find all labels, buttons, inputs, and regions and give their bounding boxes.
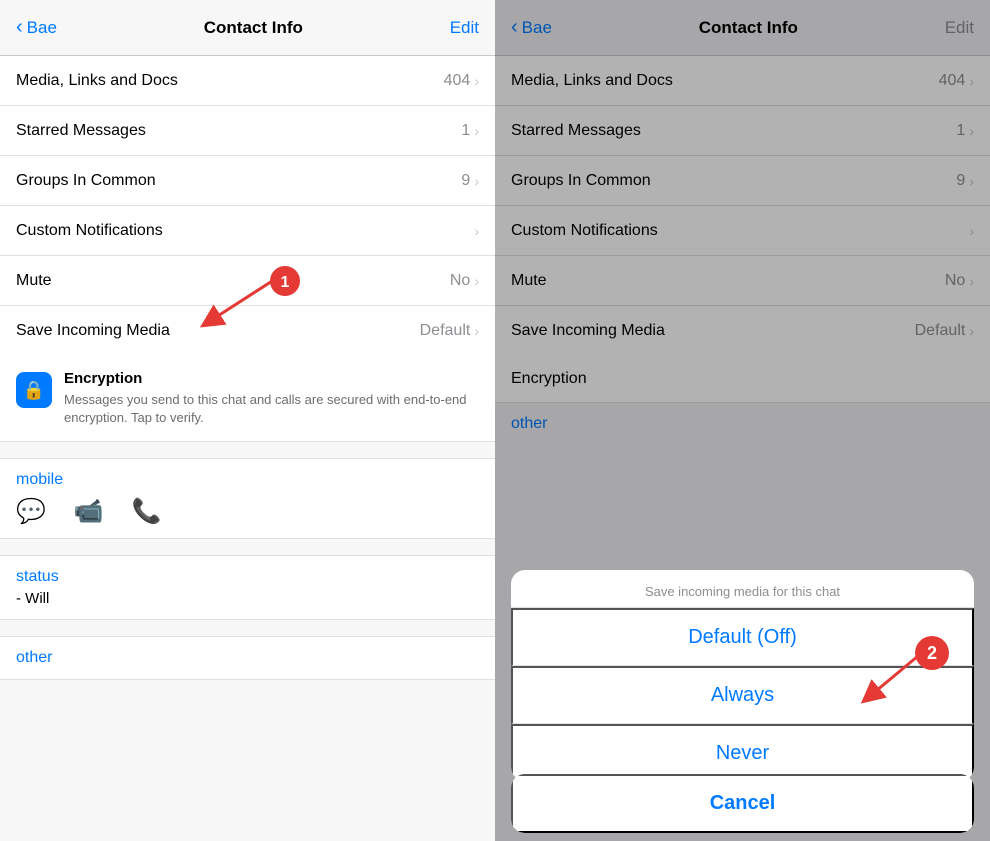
left-other-label: other: [16, 649, 52, 666]
action-default-off-button[interactable]: Default (Off): [511, 608, 974, 666]
left-row-starred[interactable]: Starred Messages 1 ›: [0, 106, 495, 156]
left-encrypt-title: Encryption: [64, 370, 479, 387]
left-contact-label: mobile: [16, 471, 479, 489]
left-row-groups-value: 9: [461, 172, 470, 190]
message-icon[interactable]: 💬: [16, 497, 46, 526]
left-row-groups-label: Groups In Common: [16, 172, 156, 190]
svg-text:1: 1: [281, 274, 290, 291]
left-row-notifications-chevron-icon: ›: [474, 223, 479, 239]
left-back-chevron-icon: ‹: [16, 16, 23, 39]
left-arrow-1-svg: 1: [180, 266, 380, 346]
left-encryption-section[interactable]: 🔒 Encryption Messages you send to this c…: [0, 356, 495, 442]
left-row-starred-value: 1: [461, 122, 470, 140]
left-row-mute-chevron-icon: ›: [474, 273, 479, 289]
left-encrypt-body: Messages you send to this chat and calls…: [64, 391, 479, 427]
left-row-save-media-value: Default: [420, 322, 471, 340]
left-row-starred-chevron-icon: ›: [474, 123, 479, 139]
left-row-media-label: Media, Links and Docs: [16, 72, 178, 90]
left-contact-icons: 💬 📹 📞: [16, 497, 479, 526]
left-row-starred-label: Starred Messages: [16, 122, 146, 140]
left-row-save-media-label: Save Incoming Media: [16, 322, 170, 340]
left-row-mute-label: Mute: [16, 272, 52, 290]
left-row-save-media-chevron-icon: ›: [474, 323, 479, 339]
left-back-label[interactable]: Bae: [27, 18, 57, 38]
action-never-button[interactable]: Never: [511, 724, 974, 781]
left-row-mute-value: No: [450, 272, 470, 290]
left-other-section: other: [0, 636, 495, 680]
left-panel: ‹ Bae Contact Info Edit Media, Links and…: [0, 0, 495, 841]
right-panel: ‹ Bae Contact Info Edit Media, Links and…: [495, 0, 990, 841]
left-back-button[interactable]: ‹ Bae: [16, 16, 57, 39]
left-edit-button[interactable]: Edit: [450, 18, 479, 38]
video-call-icon[interactable]: 📹: [74, 497, 104, 526]
left-row-notifications[interactable]: Custom Notifications ›: [0, 206, 495, 256]
lock-icon: 🔒: [23, 380, 45, 401]
action-sheet: Save incoming media for this chat Defaul…: [511, 570, 974, 781]
left-row-notifications-label: Custom Notifications: [16, 222, 163, 240]
left-row-media[interactable]: Media, Links and Docs 404 ›: [0, 56, 495, 106]
left-row-starred-right: 1 ›: [461, 122, 479, 140]
left-row-groups-chevron-icon: ›: [474, 173, 479, 189]
phone-icon[interactable]: 📞: [132, 497, 162, 526]
cancel-sheet: Cancel: [511, 774, 974, 833]
left-row-media-value: 404: [444, 72, 471, 90]
left-header-title: Contact Info: [204, 18, 303, 38]
left-status-label: status: [16, 568, 479, 586]
left-encrypt-icon: 🔒: [16, 372, 52, 408]
left-header: ‹ Bae Contact Info Edit: [0, 0, 495, 56]
action-sheet-title: Save incoming media for this chat: [511, 570, 974, 608]
left-row-save-media-right: Default ›: [420, 322, 479, 340]
left-row-groups[interactable]: Groups In Common 9 ›: [0, 156, 495, 206]
left-row-notifications-right: ›: [474, 223, 479, 239]
left-contact-section: mobile 💬 📹 📞: [0, 458, 495, 539]
left-row-mute-right: No ›: [450, 272, 479, 290]
left-status-section: status - Will: [0, 555, 495, 620]
left-row-groups-right: 9 ›: [461, 172, 479, 190]
left-status-value: - Will: [16, 590, 479, 607]
cancel-button[interactable]: Cancel: [511, 774, 974, 833]
action-always-button[interactable]: Always: [511, 666, 974, 724]
left-encrypt-text: Encryption Messages you send to this cha…: [64, 370, 479, 427]
left-row-media-right: 404 ›: [444, 72, 479, 90]
left-row-media-chevron-icon: ›: [474, 73, 479, 89]
